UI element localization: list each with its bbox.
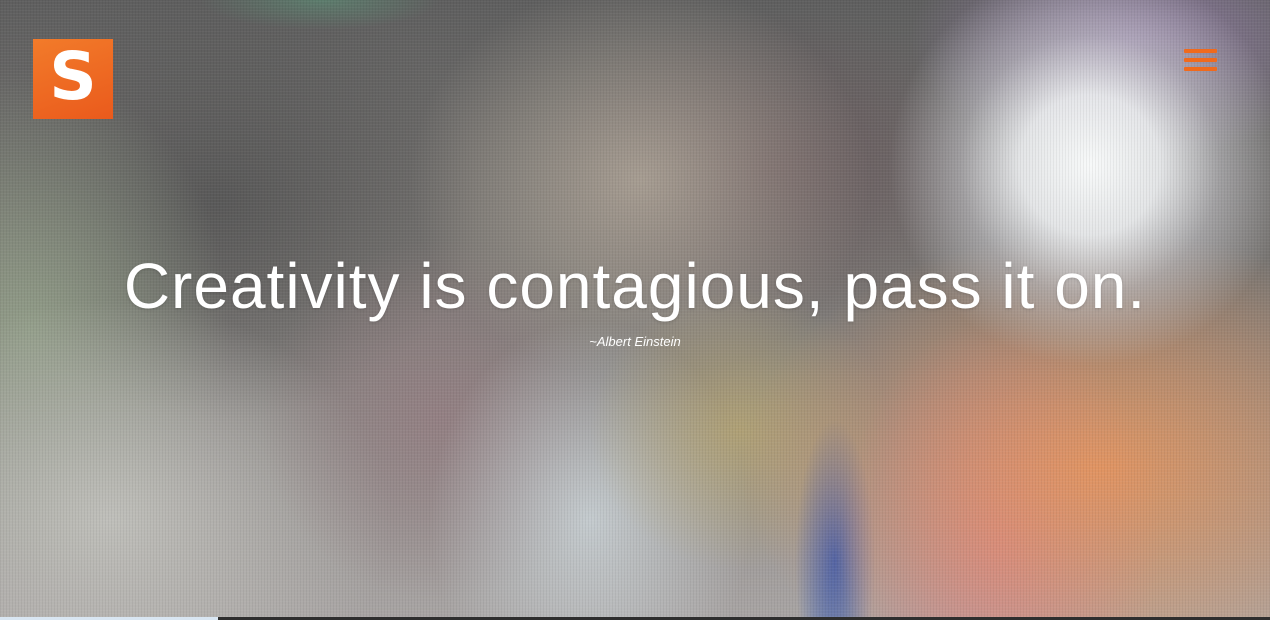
menu-bar-top xyxy=(1184,49,1217,53)
hero-quote: Creativity is contagious, pass it on. xyxy=(123,250,1147,322)
hero-quote-block: Creativity is contagious, pass it on. ~A… xyxy=(0,245,1270,351)
menu-bar-middle xyxy=(1184,58,1217,62)
hamburger-menu-icon[interactable] xyxy=(1184,48,1217,74)
hero-page: S Creativity is contagious, pass it on. … xyxy=(0,0,1270,620)
quote-author: ~Albert Einstein xyxy=(589,334,681,349)
site-logo[interactable]: S xyxy=(33,39,113,119)
logo-letter: S xyxy=(49,38,97,115)
menu-bar-bottom xyxy=(1184,67,1217,71)
